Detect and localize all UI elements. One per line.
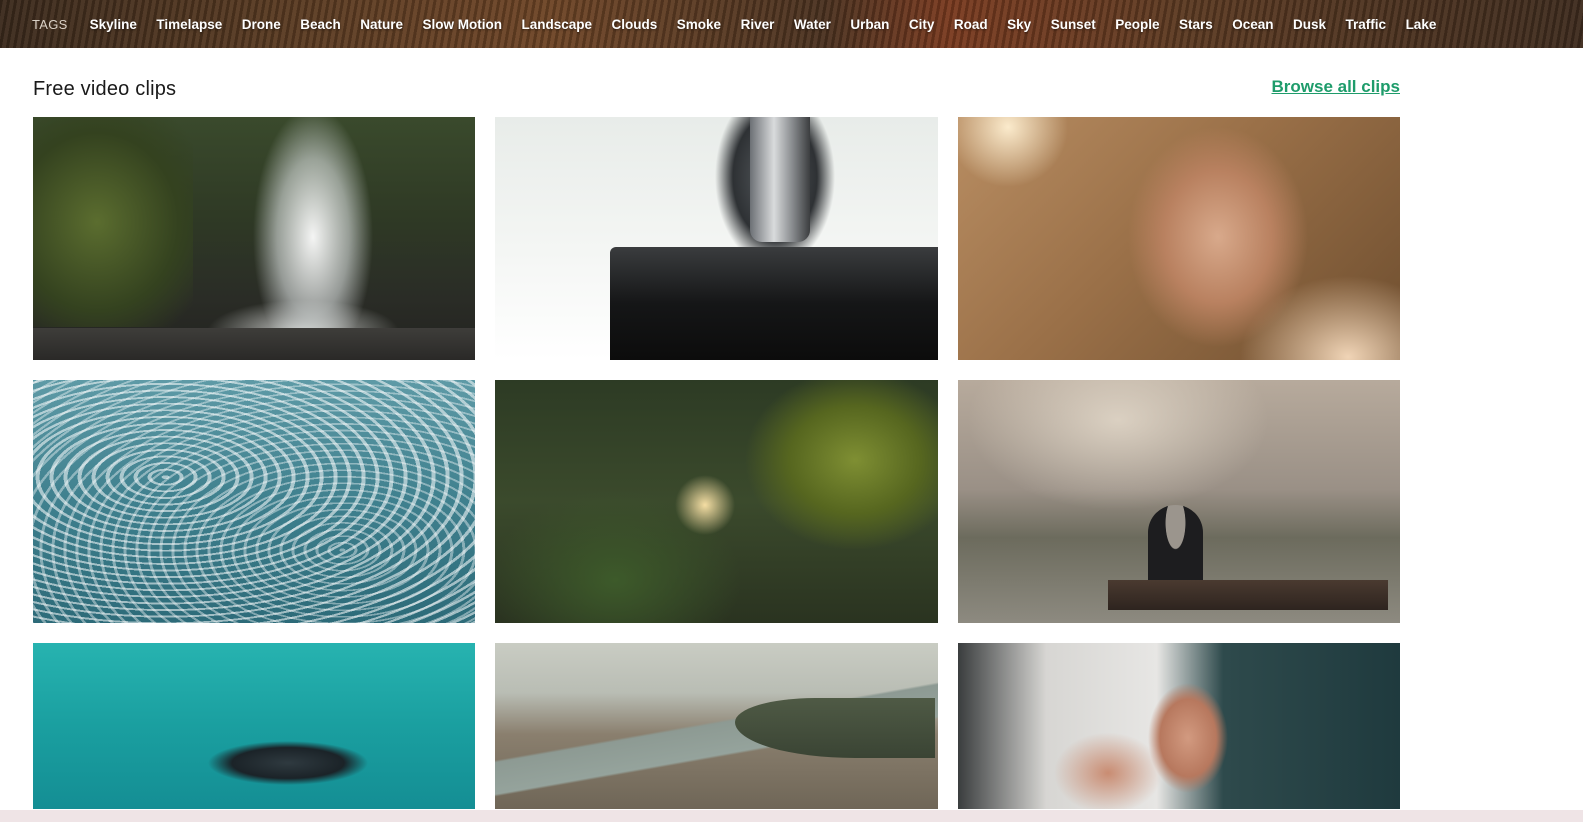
tag-water[interactable]: Water xyxy=(794,17,831,32)
tag-beach[interactable]: Beach xyxy=(300,17,341,32)
clips-grid xyxy=(33,117,1400,809)
tag-ocean[interactable]: Ocean xyxy=(1232,17,1273,32)
tag-city[interactable]: City xyxy=(909,17,935,32)
tag-sunset[interactable]: Sunset xyxy=(1051,17,1096,32)
tag-drone[interactable]: Drone xyxy=(242,17,281,32)
page-bottom-divider xyxy=(0,810,1583,822)
tag-urban[interactable]: Urban xyxy=(850,17,889,32)
clip-thumbnail-fist-bump[interactable] xyxy=(958,643,1400,809)
tags-label: TAGS xyxy=(32,16,68,32)
tag-dusk[interactable]: Dusk xyxy=(1293,17,1326,32)
tag-sky[interactable]: Sky xyxy=(1007,17,1031,32)
tag-river[interactable]: River xyxy=(741,17,775,32)
clip-thumbnail-baby-hands[interactable] xyxy=(958,117,1400,360)
tag-landscape[interactable]: Landscape xyxy=(522,17,593,32)
tags-bar: TAGS Skyline Timelapse Drone Beach Natur… xyxy=(0,0,1583,48)
tag-skyline[interactable]: Skyline xyxy=(90,17,137,32)
tag-lake[interactable]: Lake xyxy=(1406,17,1437,32)
clip-thumbnail-park-bench[interactable] xyxy=(958,380,1400,623)
tag-slow-motion[interactable]: Slow Motion xyxy=(423,17,502,32)
clip-thumbnail-whale-aerial[interactable] xyxy=(33,643,475,809)
tag-stars[interactable]: Stars xyxy=(1179,17,1213,32)
clip-thumbnail-sunlit-leaf[interactable] xyxy=(495,380,938,623)
tag-nature[interactable]: Nature xyxy=(360,17,403,32)
browse-all-clips-link[interactable]: Browse all clips xyxy=(1272,77,1401,97)
tag-traffic[interactable]: Traffic xyxy=(1346,17,1387,32)
clip-thumbnail-microscope[interactable] xyxy=(495,117,938,360)
section-title: Free video clips xyxy=(33,78,177,100)
tag-people[interactable]: People xyxy=(1115,17,1159,32)
tag-smoke[interactable]: Smoke xyxy=(677,17,721,32)
clip-thumbnail-city-river-aerial[interactable] xyxy=(495,643,938,809)
clip-thumbnail-waterfall[interactable] xyxy=(33,117,475,360)
tag-road[interactable]: Road xyxy=(954,17,988,32)
tag-clouds[interactable]: Clouds xyxy=(612,17,658,32)
tag-timelapse[interactable]: Timelapse xyxy=(156,17,222,32)
clip-thumbnail-ocean-waves[interactable] xyxy=(33,380,475,623)
